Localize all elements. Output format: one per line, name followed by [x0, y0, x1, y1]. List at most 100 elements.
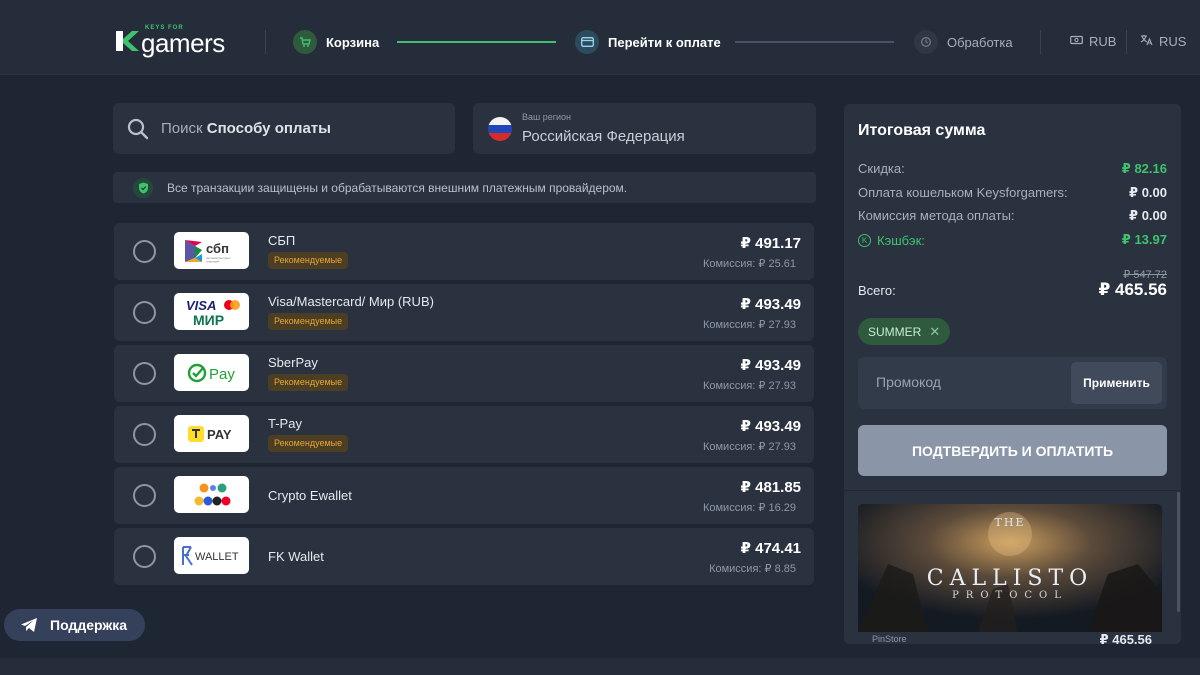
method-name: Visa/Mastercard/ Мир (RUB): [268, 294, 434, 309]
method-name: SberPay: [268, 355, 318, 370]
method-price: ₽ 491.17: [740, 235, 801, 252]
game-card[interactable]: THE CALLISTO PROTOCOL PinStore ₽ 465.56: [858, 504, 1162, 644]
method-name: T-Pay: [268, 416, 302, 431]
currency-label: RUB: [1089, 34, 1117, 49]
payment-method-fkwallet[interactable]: WALLET FK Wallet ₽ 474.41 Комиссия: ₽ 8.…: [114, 528, 814, 585]
confirm-pay-button[interactable]: ПОДТВЕРДИТЬ И ОПЛАТИТЬ: [858, 425, 1167, 476]
summary-row-discount: Скидка: ₽ 82.16: [858, 161, 1167, 176]
payment-method-sbp[interactable]: сбп система быстрых платежей СБП Рекомен…: [114, 223, 814, 280]
radio-button[interactable]: [133, 484, 156, 507]
step-checkout-label: Перейти к оплате: [608, 34, 721, 50]
payment-method-tpay[interactable]: PAY T-Pay Рекомендуемые ₽ 493.49 Комисси…: [114, 406, 814, 463]
crypto-logo: [174, 476, 249, 513]
progress-line-done: [397, 41, 556, 43]
step-checkout[interactable]: Перейти к оплате: [575, 30, 721, 54]
total-amount: ₽ 465.56: [1098, 280, 1167, 299]
visa-mir-logo: VISA МИР: [174, 293, 249, 330]
support-button[interactable]: Поддержка: [4, 609, 145, 641]
method-name: FK Wallet: [268, 549, 324, 564]
summary-row-wallet: Оплата кошельком Keysforgamers: ₽ 0.00: [858, 185, 1167, 200]
support-label: Поддержка: [50, 617, 128, 633]
credit-card-icon: [575, 30, 599, 54]
sbp-logo: сбп система быстрых платежей: [174, 232, 249, 269]
method-price: ₽ 474.41: [740, 540, 801, 557]
keysforgamers-logo[interactable]: KEYS FOR gamers: [114, 25, 244, 58]
method-fee: Комиссия: ₽ 27.93: [702, 441, 796, 453]
method-fee: Комиссия: ₽ 25.61: [702, 258, 796, 270]
radio-button[interactable]: [133, 423, 156, 446]
telegram-icon: [21, 618, 37, 632]
currency-selector[interactable]: RUB: [1070, 34, 1116, 49]
progress-line-pending: [735, 41, 894, 43]
svg-text:WALLET: WALLET: [195, 551, 239, 563]
sberpay-logo: Pay: [174, 354, 249, 391]
method-price: ₽ 493.49: [740, 357, 801, 374]
method-price: ₽ 493.49: [740, 418, 801, 435]
bottom-strip: [0, 658, 1200, 675]
tpay-logo: PAY: [174, 415, 249, 452]
method-fee: Комиссия: ₽ 8.85: [709, 563, 796, 575]
recommended-badge: Рекомендуемые: [268, 435, 349, 452]
secure-notice: Все транзакции защищены и обрабатываются…: [113, 172, 816, 203]
game-title-line3: PROTOCOL: [952, 590, 1068, 601]
total-label: Всего:: [858, 283, 896, 298]
payment-method-search[interactable]: Поиск Способу оплаты: [113, 103, 455, 154]
method-name: Crypto Ewallet: [268, 488, 352, 503]
logo-k-icon: [116, 31, 139, 51]
method-name: СБП: [268, 233, 296, 248]
svg-text:сбп: сбп: [206, 241, 229, 256]
radio-button[interactable]: [133, 301, 156, 324]
recommended-badge: Рекомендуемые: [268, 313, 349, 330]
promo-code-field[interactable]: Промокод Применить: [858, 357, 1167, 409]
method-price: ₽ 481.85: [740, 479, 801, 496]
summary-row-cashback: K Кэшбэк: ₽ 13.97: [858, 232, 1167, 248]
game-title-line1: THE: [994, 516, 1026, 529]
method-fee: Комиссия: ₽ 27.93: [702, 319, 796, 331]
recommended-badge: Рекомендуемые: [268, 252, 349, 269]
logo-word: gamers: [141, 28, 225, 58]
cashback-icon: K: [858, 233, 871, 247]
radio-button[interactable]: [133, 545, 156, 568]
game-title-line2: CALLISTO: [926, 566, 1094, 591]
language-label: RUS: [1159, 34, 1187, 49]
apply-promo-button[interactable]: Применить: [1071, 362, 1162, 404]
svg-text:платежей: платежей: [206, 259, 220, 263]
divider: [1126, 30, 1127, 54]
region-label: Ваш регион: [522, 112, 572, 122]
method-fee: Комиссия: ₽ 27.93: [702, 380, 796, 392]
method-fee: Комиссия: ₽ 16.29: [702, 502, 796, 514]
search-icon: [127, 118, 149, 139]
step-cart[interactable]: Корзина: [293, 30, 379, 54]
svg-text:МИР: МИР: [193, 312, 224, 328]
svg-text:VISA: VISA: [186, 298, 216, 313]
russia-flag-icon: [488, 117, 512, 141]
step-processing-label: Обработка: [947, 34, 1013, 50]
svg-text:PAY: PAY: [207, 427, 232, 442]
language-selector[interactable]: RUS: [1140, 34, 1186, 49]
cart-icon: [293, 30, 317, 54]
search-placeholder: Поиск Способу оплаты: [161, 120, 331, 137]
promo-placeholder: Промокод: [876, 374, 941, 390]
summary-title: Итоговая сумма: [858, 122, 986, 139]
payment-method-card[interactable]: VISA МИР Visa/Mastercard/ Мир (RUB) Реко…: [114, 284, 814, 341]
step-processing: Обработка: [914, 30, 1013, 54]
scrollbar[interactable]: [1177, 492, 1180, 612]
remove-promo-icon[interactable]: ✕: [929, 324, 940, 340]
region-value: Российская Федерация: [522, 128, 685, 145]
payment-method-sberpay[interactable]: Pay SberPay Рекомендуемые ₽ 493.49 Комис…: [114, 345, 814, 402]
method-price: ₽ 493.49: [740, 296, 801, 313]
money-icon: [1070, 35, 1083, 48]
summary-row-fee: Комиссия метода оплаты: ₽ 0.00: [858, 208, 1167, 223]
region-selector[interactable]: Ваш регион Российская Федерация: [473, 103, 816, 154]
order-summary: Итоговая сумма Скидка: ₽ 82.16 Оплата ко…: [844, 104, 1181, 644]
game-price: ₽ 465.56: [1099, 632, 1152, 644]
secure-notice-text: Все транзакции защищены и обрабатываются…: [167, 180, 628, 195]
svg-text:Pay: Pay: [209, 366, 235, 383]
radio-button[interactable]: [133, 240, 156, 263]
processing-icon: [914, 30, 938, 54]
promo-chip: SUMMER ✕: [858, 318, 951, 345]
payment-method-crypto[interactable]: Crypto Ewallet ₽ 481.85 Комиссия: ₽ 16.2…: [114, 467, 814, 524]
divider: [265, 30, 266, 54]
radio-button[interactable]: [133, 362, 156, 385]
divider: [1040, 30, 1041, 54]
